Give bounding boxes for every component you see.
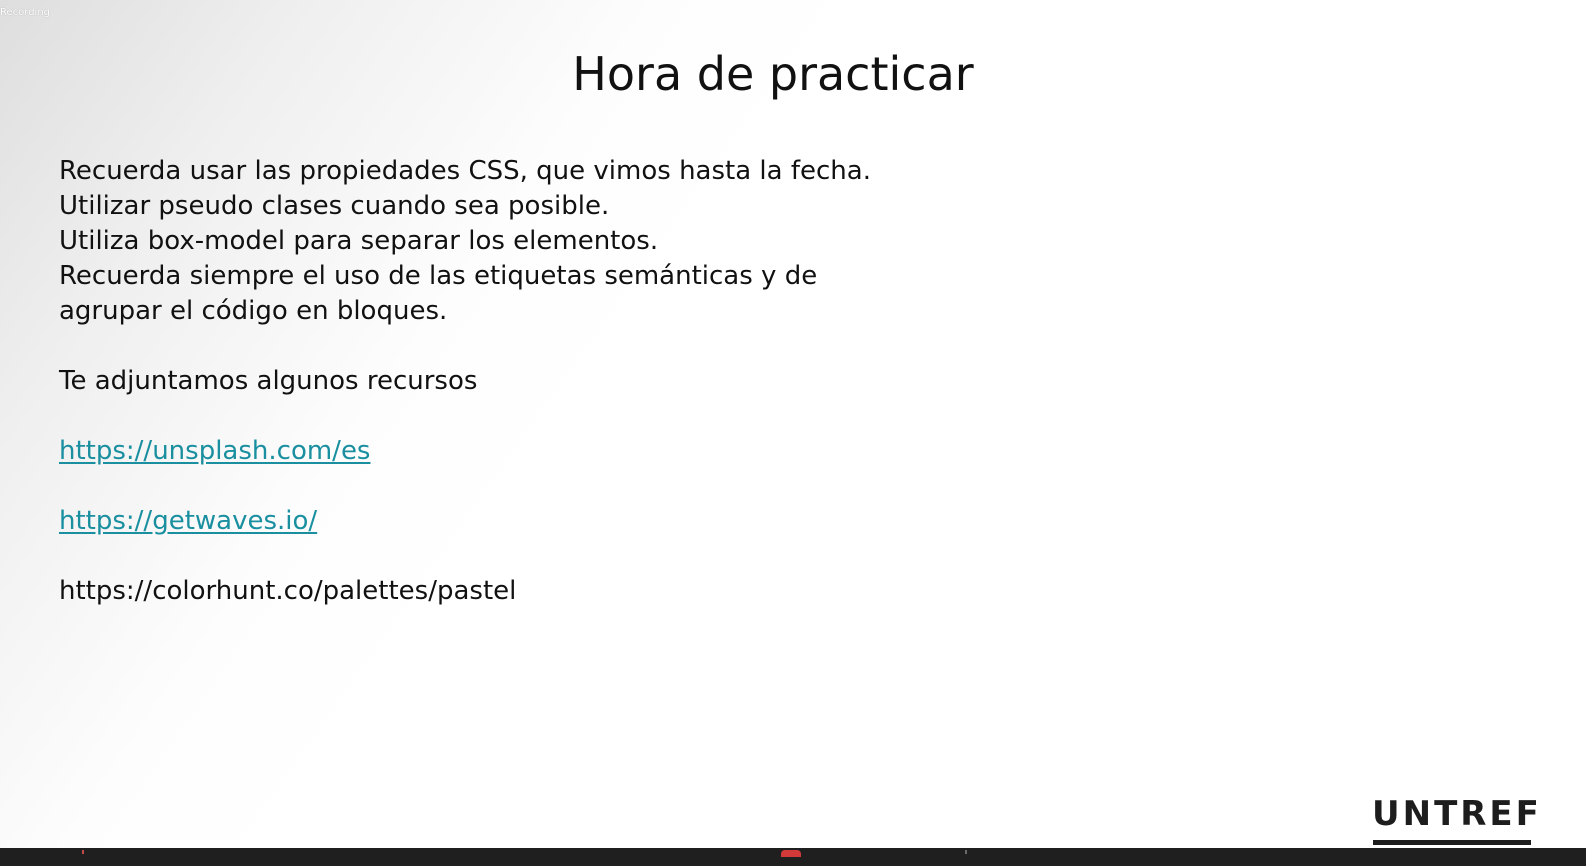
- taskbar-marker-icon: [965, 850, 967, 854]
- taskbar-marker-icon: [82, 850, 84, 854]
- logo-underline: [1373, 840, 1531, 845]
- instruction-line: Utilizar pseudo clases cuando sea posibl…: [59, 191, 610, 221]
- recording-label: Recording: [0, 7, 51, 18]
- slide-title: Hora de practicar: [572, 47, 974, 101]
- instruction-line: Recuerda usar las propiedades CSS, que v…: [59, 156, 871, 186]
- colorhunt-url-text: https://colorhunt.co/palettes/pastel: [59, 576, 517, 606]
- resources-intro: Te adjuntamos algunos recursos: [59, 366, 478, 396]
- instruction-line: Utiliza box-model para separar los eleme…: [59, 226, 659, 256]
- untref-logo: UNTREF: [1372, 794, 1542, 834]
- notification-badge-icon[interactable]: [781, 850, 801, 857]
- slide-content: Recuerda usar las propiedades CSS, que v…: [59, 154, 879, 609]
- getwaves-link[interactable]: https://getwaves.io/: [59, 506, 317, 536]
- taskbar: [0, 848, 1586, 866]
- instruction-line: Recuerda siempre el uso de las etiquetas…: [59, 261, 818, 326]
- unsplash-link[interactable]: https://unsplash.com/es: [59, 436, 370, 466]
